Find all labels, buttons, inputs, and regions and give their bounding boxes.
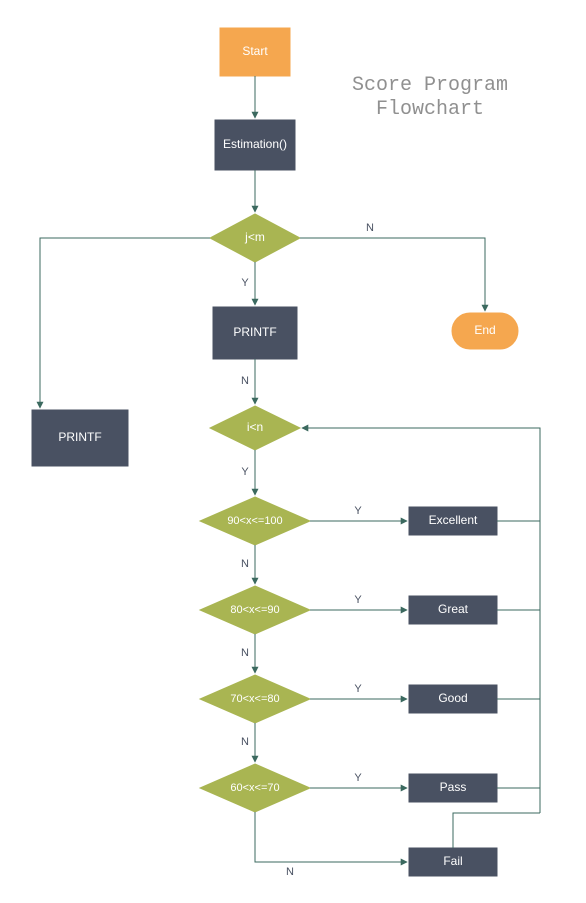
end-label: End: [474, 323, 495, 337]
label-jm-y: Y: [241, 277, 249, 289]
label-printf1-n: N: [241, 375, 249, 387]
label-c80-y: Y: [354, 594, 362, 606]
label-c60-n: N: [286, 866, 294, 878]
c70-label: 70<x<=80: [230, 693, 279, 705]
label-c70-n: N: [241, 736, 249, 748]
c80-label: 80<x<=90: [230, 604, 279, 616]
printf1-label: PRINTF: [233, 325, 276, 339]
label-jm-n: N: [366, 222, 374, 234]
pass-label: Pass: [440, 780, 467, 794]
jm-label: j<m: [244, 230, 265, 244]
estimation-label: Estimation(): [223, 137, 287, 151]
arrow-c60-fail: [255, 812, 407, 862]
title-line2: Flowchart: [376, 98, 484, 121]
arrow-fail-feedback: [453, 813, 540, 848]
label-c90-n: N: [241, 558, 249, 570]
label-c70-y: Y: [354, 683, 362, 695]
good-label: Good: [438, 691, 467, 705]
start-label: Start: [242, 44, 268, 58]
c90-label: 90<x<=100: [227, 515, 282, 527]
label-c60-y: Y: [354, 772, 362, 784]
arrow-jm-end: [300, 238, 485, 311]
excellent-label: Excellent: [429, 513, 478, 527]
label-c90-y: Y: [354, 505, 362, 517]
in-label: i<n: [247, 420, 263, 434]
fail-label: Fail: [443, 854, 462, 868]
arrow-jm-left: [40, 238, 210, 408]
printf2-label: PRINTF: [58, 430, 101, 444]
label-in-y: Y: [241, 466, 249, 478]
c60-label: 60<x<=70: [230, 782, 279, 794]
great-label: Great: [438, 602, 469, 616]
label-c80-n: N: [241, 647, 249, 659]
title-line1: Score Program: [352, 74, 508, 97]
